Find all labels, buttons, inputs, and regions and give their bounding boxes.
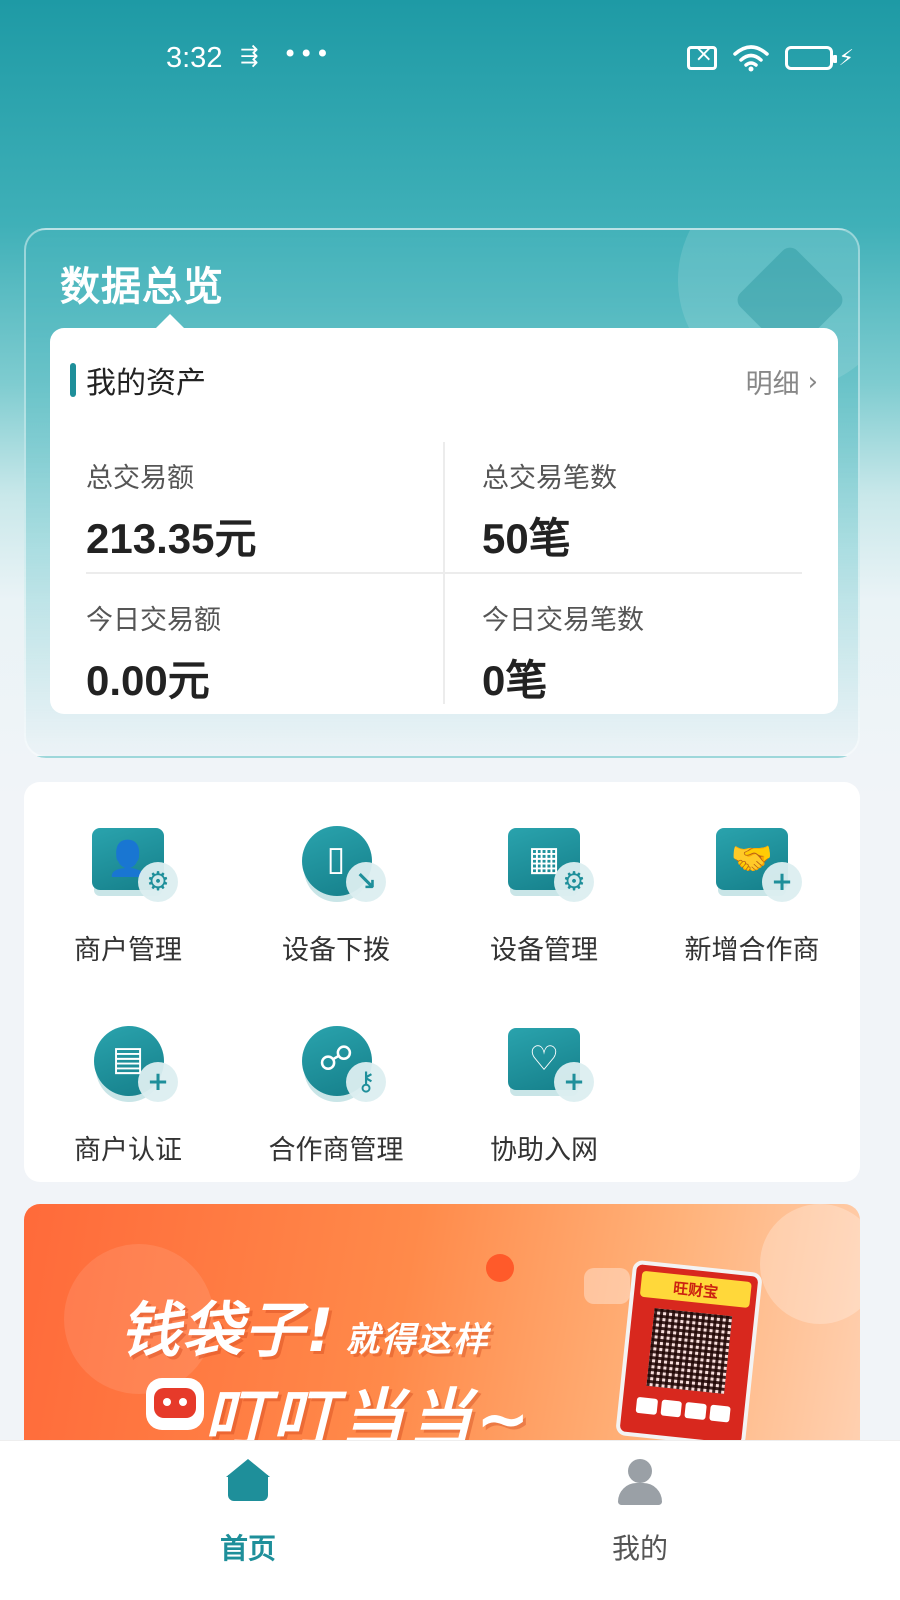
banner-subheadline: 就得这样 [345, 1320, 490, 1360]
divider-horizontal [86, 572, 802, 574]
stat-label: 总交易额 [86, 463, 194, 494]
stat-value: 0.00元 [86, 656, 210, 705]
status-time: 3:32 [166, 42, 223, 74]
status-icons: ⚡ [686, 42, 854, 72]
settings-gear-icon: ⚙ [138, 862, 178, 902]
stat-label: 总交易笔数 [482, 463, 617, 494]
banner-headline: 钱袋子! 就得这样 [120, 1296, 490, 1366]
function-menu: 👤 ⚙ 商户管理 ▯ ↘ 设备下拨 ▦ ⚙ 设备管理 🤝 + 新增合作商 ▤ +… [24, 782, 860, 1182]
menu-label: 设备管理 [490, 935, 598, 966]
stat-value: 213.35元 [86, 514, 257, 563]
menu-label: 设备下拨 [282, 935, 390, 966]
promo-banner[interactable]: 钱袋子! 就得这样 叮叮当当~ 旺财宝 [24, 1204, 860, 1454]
overview-title: 数据总览 [60, 264, 224, 310]
assets-title: 我的资产 [86, 366, 206, 401]
usb-icon: ⇶ [240, 44, 259, 69]
key-icon: ⚷ [346, 1062, 386, 1102]
device-brand: 旺财宝 [639, 1270, 752, 1309]
chevron-right-icon: › [807, 366, 818, 397]
home-icon [226, 1459, 270, 1503]
tab-label: 我的 [611, 1532, 668, 1565]
menu-label: 商户管理 [74, 935, 182, 966]
menu-merchant-verification[interactable]: ▤ + 商户认证 [28, 1018, 228, 1167]
menu-assist-onboarding[interactable]: ♡ + 协助入网 [444, 1018, 644, 1167]
menu-add-partner[interactable]: 🤝 + 新增合作商 [652, 818, 852, 967]
stat-total-count: 总交易笔数 50笔 [482, 456, 617, 566]
plus-icon: + [554, 1062, 594, 1102]
tab-label: 首页 [219, 1532, 276, 1565]
stat-label: 今日交易额 [86, 605, 221, 636]
stat-value: 0笔 [482, 656, 548, 705]
qr-payment-stand-image: 旺财宝 [615, 1259, 763, 1449]
stat-today-count: 今日交易笔数 0笔 [482, 598, 644, 708]
bottom-tab-bar: 首页 我的 [0, 1440, 900, 1600]
charging-icon: ⚡ [838, 45, 854, 71]
menu-label: 协助入网 [490, 1135, 598, 1166]
my-assets-card: 我的资产 明细 › 总交易额 213.35元 总交易笔数 50笔 今日交易额 0… [50, 328, 838, 714]
qr-code-icon [646, 1308, 733, 1394]
arrow-down-right-icon: ↘ [346, 862, 386, 902]
settings-gear-icon: ⚙ [554, 862, 594, 902]
sim-off-icon [686, 42, 717, 70]
menu-device-dispatch[interactable]: ▯ ↘ 设备下拨 [236, 818, 436, 967]
profile-icon [614, 1459, 666, 1507]
more-notifications-icon: ••• [283, 40, 332, 68]
stat-label: 今日交易笔数 [482, 605, 644, 636]
stat-total-amount: 总交易额 213.35元 [86, 456, 256, 566]
plus-icon: + [138, 1062, 178, 1102]
payment-logos [635, 1396, 731, 1423]
decorative-ball [486, 1254, 514, 1282]
details-link[interactable]: 明细 › [746, 362, 818, 401]
wifi-icon [732, 45, 769, 72]
tab-home[interactable]: 首页 [188, 1459, 308, 1567]
menu-label: 商户认证 [74, 1135, 182, 1166]
plus-icon: + [762, 862, 802, 902]
details-label: 明细 [745, 369, 800, 400]
stat-today-amount: 今日交易额 0.00元 [86, 598, 221, 708]
decorative-blob [760, 1204, 860, 1324]
card-pointer [156, 314, 184, 328]
menu-device-management[interactable]: ▦ ⚙ 设备管理 [444, 818, 644, 967]
menu-label: 新增合作商 [684, 935, 820, 966]
tab-profile[interactable]: 我的 [580, 1459, 700, 1567]
section-marker [70, 363, 76, 397]
menu-partner-management[interactable]: ☍ ⚷ 合作商管理 [236, 1018, 436, 1167]
battery-icon [784, 46, 837, 70]
stat-value: 50笔 [482, 514, 571, 563]
chat-bubble-icon [584, 1268, 630, 1304]
data-overview-card: 数据总览 我的资产 明细 › 总交易额 213.35元 总交易笔数 50笔 今日… [24, 228, 860, 758]
assets-header: 我的资产 [70, 358, 206, 402]
status-bar: 3:32 ⇶ ••• ⚡ [0, 0, 900, 120]
robot-mascot-icon [146, 1378, 204, 1430]
menu-label: 合作商管理 [268, 1135, 404, 1166]
menu-merchant-management[interactable]: 👤 ⚙ 商户管理 [28, 818, 228, 967]
